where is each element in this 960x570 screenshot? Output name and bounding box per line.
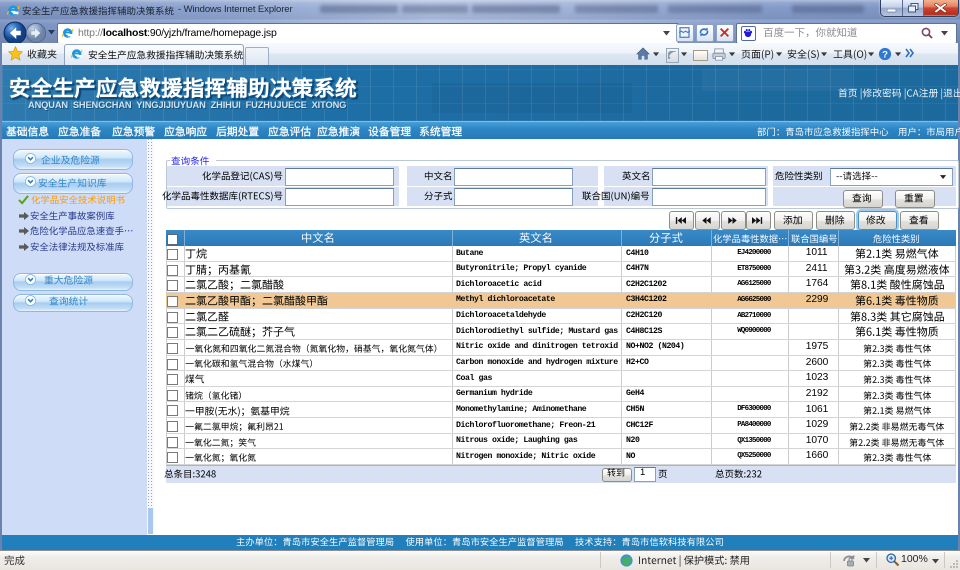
svg-text:?: ? [882,50,888,61]
